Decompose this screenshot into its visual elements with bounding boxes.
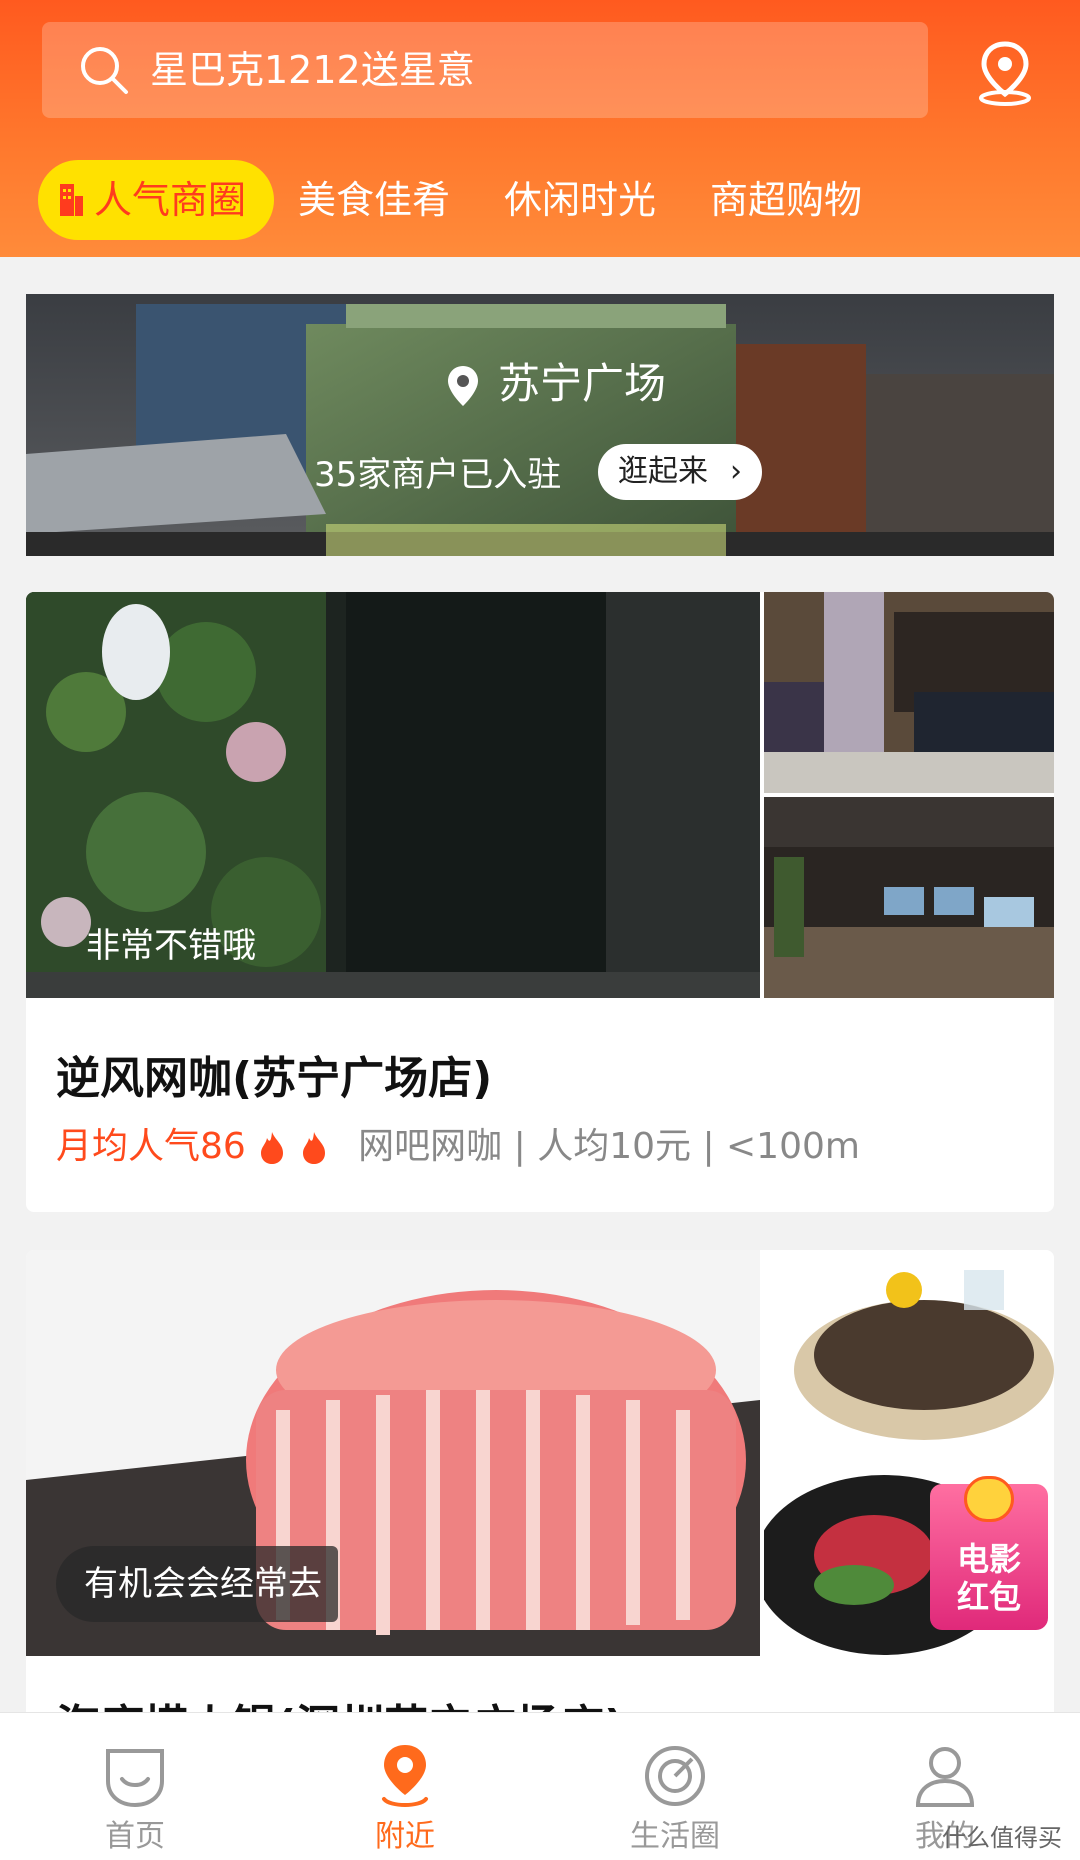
tab-food[interactable]: 美食佳肴	[298, 160, 450, 240]
category-tabs: 人气商圈 美食佳肴 休闲时光 商超购物	[0, 160, 1080, 240]
red-packet-line2: 红包	[956, 1578, 1021, 1616]
mascot-icon	[964, 1476, 1014, 1522]
shop-info: 网吧网咖 | 人均10元 | <100m	[358, 1126, 860, 1167]
shop-photo-3-image	[764, 797, 1054, 998]
tab-shopping[interactable]: 商超购物	[710, 160, 862, 240]
search-text: 星巴克1212送星意	[150, 48, 475, 92]
mall-name: 苏宁广场	[498, 359, 667, 408]
home-icon	[106, 1749, 164, 1808]
building-icon	[60, 184, 83, 216]
shop-photo-3	[764, 797, 1054, 998]
merchant-count: 35家商户已入驻	[314, 455, 562, 495]
tab-label: 商超购物	[710, 178, 863, 222]
popularity-label: 月均人气86	[56, 1126, 246, 1167]
nav-nearby[interactable]: 附近	[270, 1713, 540, 1860]
watermark: 什么值得买	[942, 1824, 1062, 1852]
nav-home[interactable]: 首页	[0, 1713, 270, 1860]
mall-banner[interactable]: 苏宁广场 35家商户已入驻 逛起来 ›	[26, 294, 1054, 556]
shop-meta: 月均人气86 网吧网咖 | 人均10元 | <100m	[56, 1122, 860, 1172]
shop-card[interactable]: 非常不错哦 逆风网咖(苏宁广场店) 月均人气86 网吧网咖 | 人均10元 | …	[26, 592, 1054, 1212]
nav-label: 首页	[105, 1819, 165, 1854]
shop-photo-2-image	[764, 1250, 1054, 1451]
shop-name: 逆风网咖(苏宁广场店)	[56, 1053, 493, 1104]
shop-photo-main: 有机会会经常去	[26, 1250, 760, 1656]
radar-icon	[645, 1746, 705, 1806]
search-bar[interactable]: 星巴克1212送星意	[42, 22, 928, 118]
bottom-tab-bar: 首页 附近 生活圈 我的	[0, 1712, 1080, 1860]
fire-icon	[261, 1132, 284, 1164]
shop-photo-2	[764, 592, 1054, 793]
movie-red-packet-button[interactable]: 电影 红包	[930, 1476, 1050, 1630]
tab-label: 人气商圈	[94, 178, 247, 222]
search-icon	[81, 47, 128, 94]
review-snippet: 非常不错哦	[86, 926, 256, 966]
review-snippet: 有机会会经常去	[56, 1546, 338, 1622]
tab-label: 美食佳肴	[298, 178, 451, 222]
explore-button[interactable]: 逛起来 ›	[598, 444, 762, 500]
tab-popular-districts[interactable]: 人气商圈	[38, 160, 274, 240]
red-packet-line1: 电影	[956, 1540, 1021, 1578]
mall-photo	[26, 294, 1054, 556]
shop-photo-2	[764, 1250, 1054, 1451]
nav-label: 附近	[375, 1819, 435, 1854]
location-pin-icon	[382, 1745, 428, 1807]
chevron-right-icon: ›	[730, 454, 742, 489]
tab-label: 休闲时光	[504, 178, 657, 222]
location-icon[interactable]	[970, 38, 1040, 108]
map-pin-icon	[448, 366, 478, 406]
nav-label: 生活圈	[630, 1819, 720, 1854]
explore-button-label: 逛起来	[618, 454, 708, 489]
shop-photo-2-image	[764, 592, 1054, 793]
user-icon	[915, 1747, 975, 1807]
shop-photo-main: 非常不错哦	[26, 592, 760, 998]
nav-life-circle[interactable]: 生活圈	[540, 1713, 810, 1860]
fire-icon	[302, 1132, 325, 1164]
top-header: 星巴克1212送星意 人气商圈 美食佳肴 休闲时光 商超购物	[0, 0, 1080, 257]
tab-leisure[interactable]: 休闲时光	[504, 160, 656, 240]
